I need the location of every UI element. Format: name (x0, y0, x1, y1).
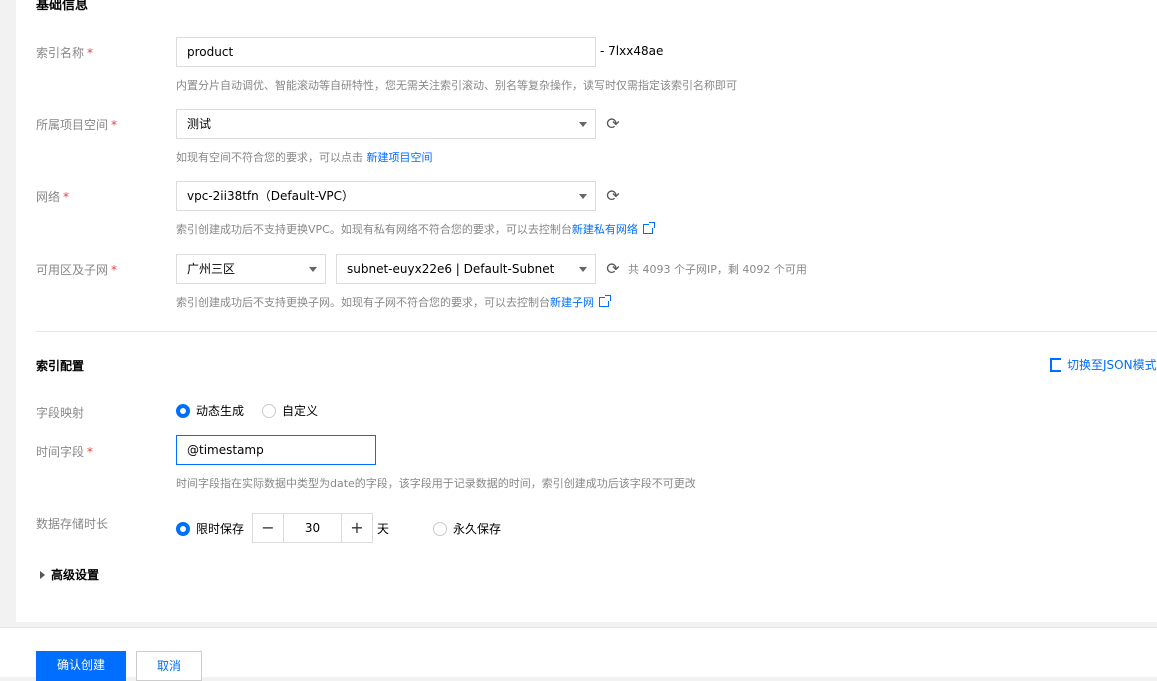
radio-limited[interactable]: 限时保存 (176, 520, 244, 537)
radio-dot (433, 521, 447, 536)
network-hint: 索引创建成功后不支持更换VPC。如现有私有网络不符合您的要求，可以去控制台新建私… (176, 221, 655, 237)
chevron-down-icon (579, 194, 587, 199)
radio-dynamic[interactable]: 动态生成 (176, 402, 244, 419)
radio-dot-checked (176, 403, 190, 418)
index-name-input[interactable]: product (176, 37, 596, 67)
switch-icon (1050, 357, 1061, 372)
time-field-label: 时间字段 * (36, 445, 94, 459)
subnet-select[interactable]: subnet-euyx22e6 | Default-Subnet (336, 254, 596, 284)
field-mapping-label: 字段映射 (36, 406, 85, 420)
zone-subnet-label: 可用区及子网 * (36, 263, 118, 277)
section-divider (36, 331, 1157, 332)
external-link-icon (599, 295, 611, 307)
radio-dot-checked (176, 521, 190, 536)
network-label: 网络 * (36, 190, 70, 204)
new-project-link[interactable]: 新建项目空间 (367, 151, 433, 164)
advanced-settings-label: 高级设置 (51, 568, 100, 582)
confirm-create-button[interactable]: 确认创建 (36, 651, 126, 681)
advanced-settings-toggle[interactable]: 高级设置 (40, 566, 99, 583)
retention-days-stepper[interactable]: − 30 + (252, 513, 373, 543)
subnet-value: subnet-euyx22e6 | Default-Subnet (347, 262, 555, 276)
switch-json-label: 切换至JSON模式 (1067, 358, 1157, 372)
radio-custom[interactable]: 自定义 (262, 402, 318, 419)
minus-button[interactable]: − (253, 514, 283, 542)
external-link-icon (642, 222, 655, 234)
cancel-button[interactable]: 取消 (136, 651, 202, 681)
project-hint: 如现有空间不符合您的要求，可以点击 新建项目空间 (176, 151, 433, 164)
zone-select[interactable]: 广州三区 (176, 254, 326, 284)
radio-custom-label: 自定义 (282, 404, 319, 418)
refresh-icon[interactable]: ⟳ (605, 188, 621, 204)
project-select[interactable]: 测试 (176, 109, 596, 139)
radio-forever[interactable]: 永久保存 (433, 520, 501, 537)
project-value: 测试 (187, 117, 212, 131)
retention-days-value[interactable]: 30 (283, 514, 342, 542)
refresh-icon[interactable]: ⟳ (605, 116, 621, 132)
refresh-icon[interactable]: ⟳ (605, 261, 621, 277)
radio-dynamic-label: 动态生成 (196, 404, 245, 418)
radio-dot (262, 403, 276, 418)
subnet-hint: 索引创建成功后不支持更换子网。如现有子网不符合您的要求，可以去控制台新建子网 (176, 294, 611, 310)
index-name-suffix: - 7lxx48ae (600, 44, 664, 58)
index-name-label: 索引名称 * (36, 46, 94, 60)
network-value: vpc-2ii38tfn（Default-VPC） (187, 189, 355, 203)
project-label: 所属项目空间 * (36, 118, 118, 132)
radio-forever-label: 永久保存 (453, 522, 502, 536)
zone-value: 广州三区 (187, 262, 236, 276)
chevron-down-icon (309, 267, 317, 272)
new-vpc-link[interactable]: 新建私有网络 (572, 223, 638, 236)
radio-limited-label: 限时保存 (196, 522, 245, 536)
retention-unit: 天 (377, 522, 390, 536)
section-title-index-config: 索引配置 (36, 359, 85, 373)
time-field-hint: 时间字段指在实际数据中类型为date的字段，该字段用于记录数据的时间，索引创建成… (176, 477, 696, 490)
index-name-hint: 内置分片自动调优、智能滚动等自研特性，您无需关注索引滚动、别名等复杂操作，读写时… (176, 79, 737, 92)
new-subnet-link[interactable]: 新建子网 (550, 296, 594, 309)
caret-right-icon (40, 570, 45, 579)
chevron-down-icon (579, 122, 587, 127)
plus-button[interactable]: + (342, 514, 372, 542)
section-title-basic: 基础信息 (36, 0, 89, 13)
chevron-down-icon (579, 267, 587, 272)
switch-json-mode-button[interactable]: 切换至JSON模式 (1050, 356, 1157, 373)
time-field-input[interactable]: @timestamp (176, 435, 376, 465)
subnet-ip-info: 共 4093 个子网IP，剩 4092 个可用 (628, 263, 807, 276)
network-select[interactable]: vpc-2ii38tfn（Default-VPC） (176, 181, 596, 211)
retention-label: 数据存储时长 (36, 517, 109, 531)
